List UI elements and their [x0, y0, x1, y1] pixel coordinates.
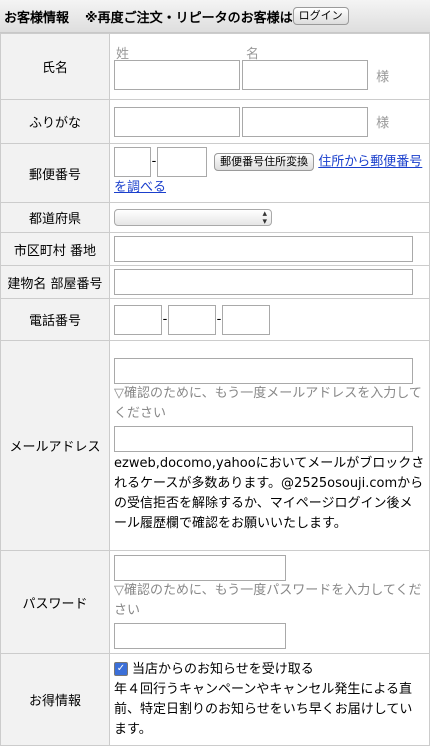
email-confirm-input[interactable]: [114, 425, 413, 452]
password-confirm-note: ▽確認のために、もう一度パスワードを入力してください: [114, 583, 422, 618]
email-confirm-note: ▽確認のために、もう一度メールアドレスを入力してください: [114, 385, 422, 421]
last-name-input[interactable]: [114, 60, 240, 90]
row-password: パスワード ▽確認のために、もう一度パスワードを入力してください: [0, 550, 430, 654]
login-button[interactable]: ログイン: [292, 7, 349, 25]
first-name-kana-input[interactable]: [242, 106, 368, 137]
phone-second-input[interactable]: [168, 304, 216, 335]
section-title: お客様情報: [4, 10, 70, 26]
label-password: パスワード: [0, 550, 110, 654]
newsletter-checkbox[interactable]: ✓: [114, 662, 128, 676]
label-prefecture: 都道府県: [0, 202, 110, 233]
postal-code-first-input[interactable]: [114, 147, 151, 177]
password-input[interactable]: [114, 555, 286, 581]
building-input[interactable]: [114, 269, 413, 295]
label-name: 氏名: [0, 33, 110, 100]
phone-first-input[interactable]: [114, 304, 162, 335]
city-input[interactable]: [114, 236, 413, 262]
prefecture-select[interactable]: ▴ ▾: [114, 209, 272, 227]
last-name-kana-input[interactable]: [114, 106, 240, 137]
label-postal: 郵便番号: [0, 143, 110, 203]
row-postal: 郵便番号 - 郵便番号住所変換 住所から郵便番号を調べる: [0, 143, 430, 203]
email-input[interactable]: [114, 357, 413, 384]
select-arrows-icon: ▴ ▾: [262, 209, 267, 227]
row-phone: 電話番号 --: [0, 298, 430, 341]
customer-form-table: 氏名 姓 名 様 ふりがな 様 郵便番号 - 郵便番号住所変換 住所から郵便番号…: [0, 33, 430, 746]
phone-third-input[interactable]: [222, 304, 270, 335]
postal-convert-button[interactable]: 郵便番号住所変換: [214, 153, 315, 171]
row-benefits: お得情報 ✓ 当店からのお知らせを受け取る 年４回行うキャンペーンやキャンセル発生…: [0, 653, 430, 746]
row-prefecture: 都道府県 ▴ ▾: [0, 202, 430, 233]
label-furigana: ふりがな: [0, 99, 110, 144]
newsletter-checkbox-label[interactable]: 当店からのお知らせを受け取る: [132, 662, 314, 677]
row-furigana: ふりがな 様: [0, 99, 430, 144]
postal-code-second-input[interactable]: [157, 147, 207, 177]
furigana-suffix: 様: [376, 116, 390, 131]
row-email: メールアドレス ▽確認のために、もう一度メールアドレスを入力してください ezw…: [0, 340, 430, 551]
caption-sei: 姓: [116, 47, 130, 62]
customer-info-header: お客様情報 ※再度ご注文・リピータのお客様は ログイン: [0, 0, 430, 33]
row-city: 市区町村 番地: [0, 232, 430, 266]
label-building: 建物名 部屋番号: [0, 265, 110, 299]
newsletter-description: 年４回行うキャンペーンやキャンセル発生による直前、特定日割りのお知らせをいち早く…: [114, 681, 413, 737]
repeat-customer-note: ※再度ご注文・リピータのお客様は: [85, 10, 293, 26]
first-name-input[interactable]: [242, 60, 368, 90]
row-building: 建物名 部屋番号: [0, 265, 430, 299]
name-suffix: 様: [376, 69, 390, 85]
label-city: 市区町村 番地: [0, 232, 110, 266]
row-name: 氏名 姓 名 様: [0, 33, 430, 100]
password-confirm-input[interactable]: [114, 623, 286, 649]
label-email: メールアドレス: [0, 340, 110, 551]
caption-mei: 名: [246, 47, 260, 62]
label-phone: 電話番号: [0, 298, 110, 341]
email-block-warning: ezweb,docomo,yahooにおいてメールがブロックされるケースが多数あ…: [114, 455, 425, 531]
label-benefits: お得情報: [0, 653, 110, 746]
